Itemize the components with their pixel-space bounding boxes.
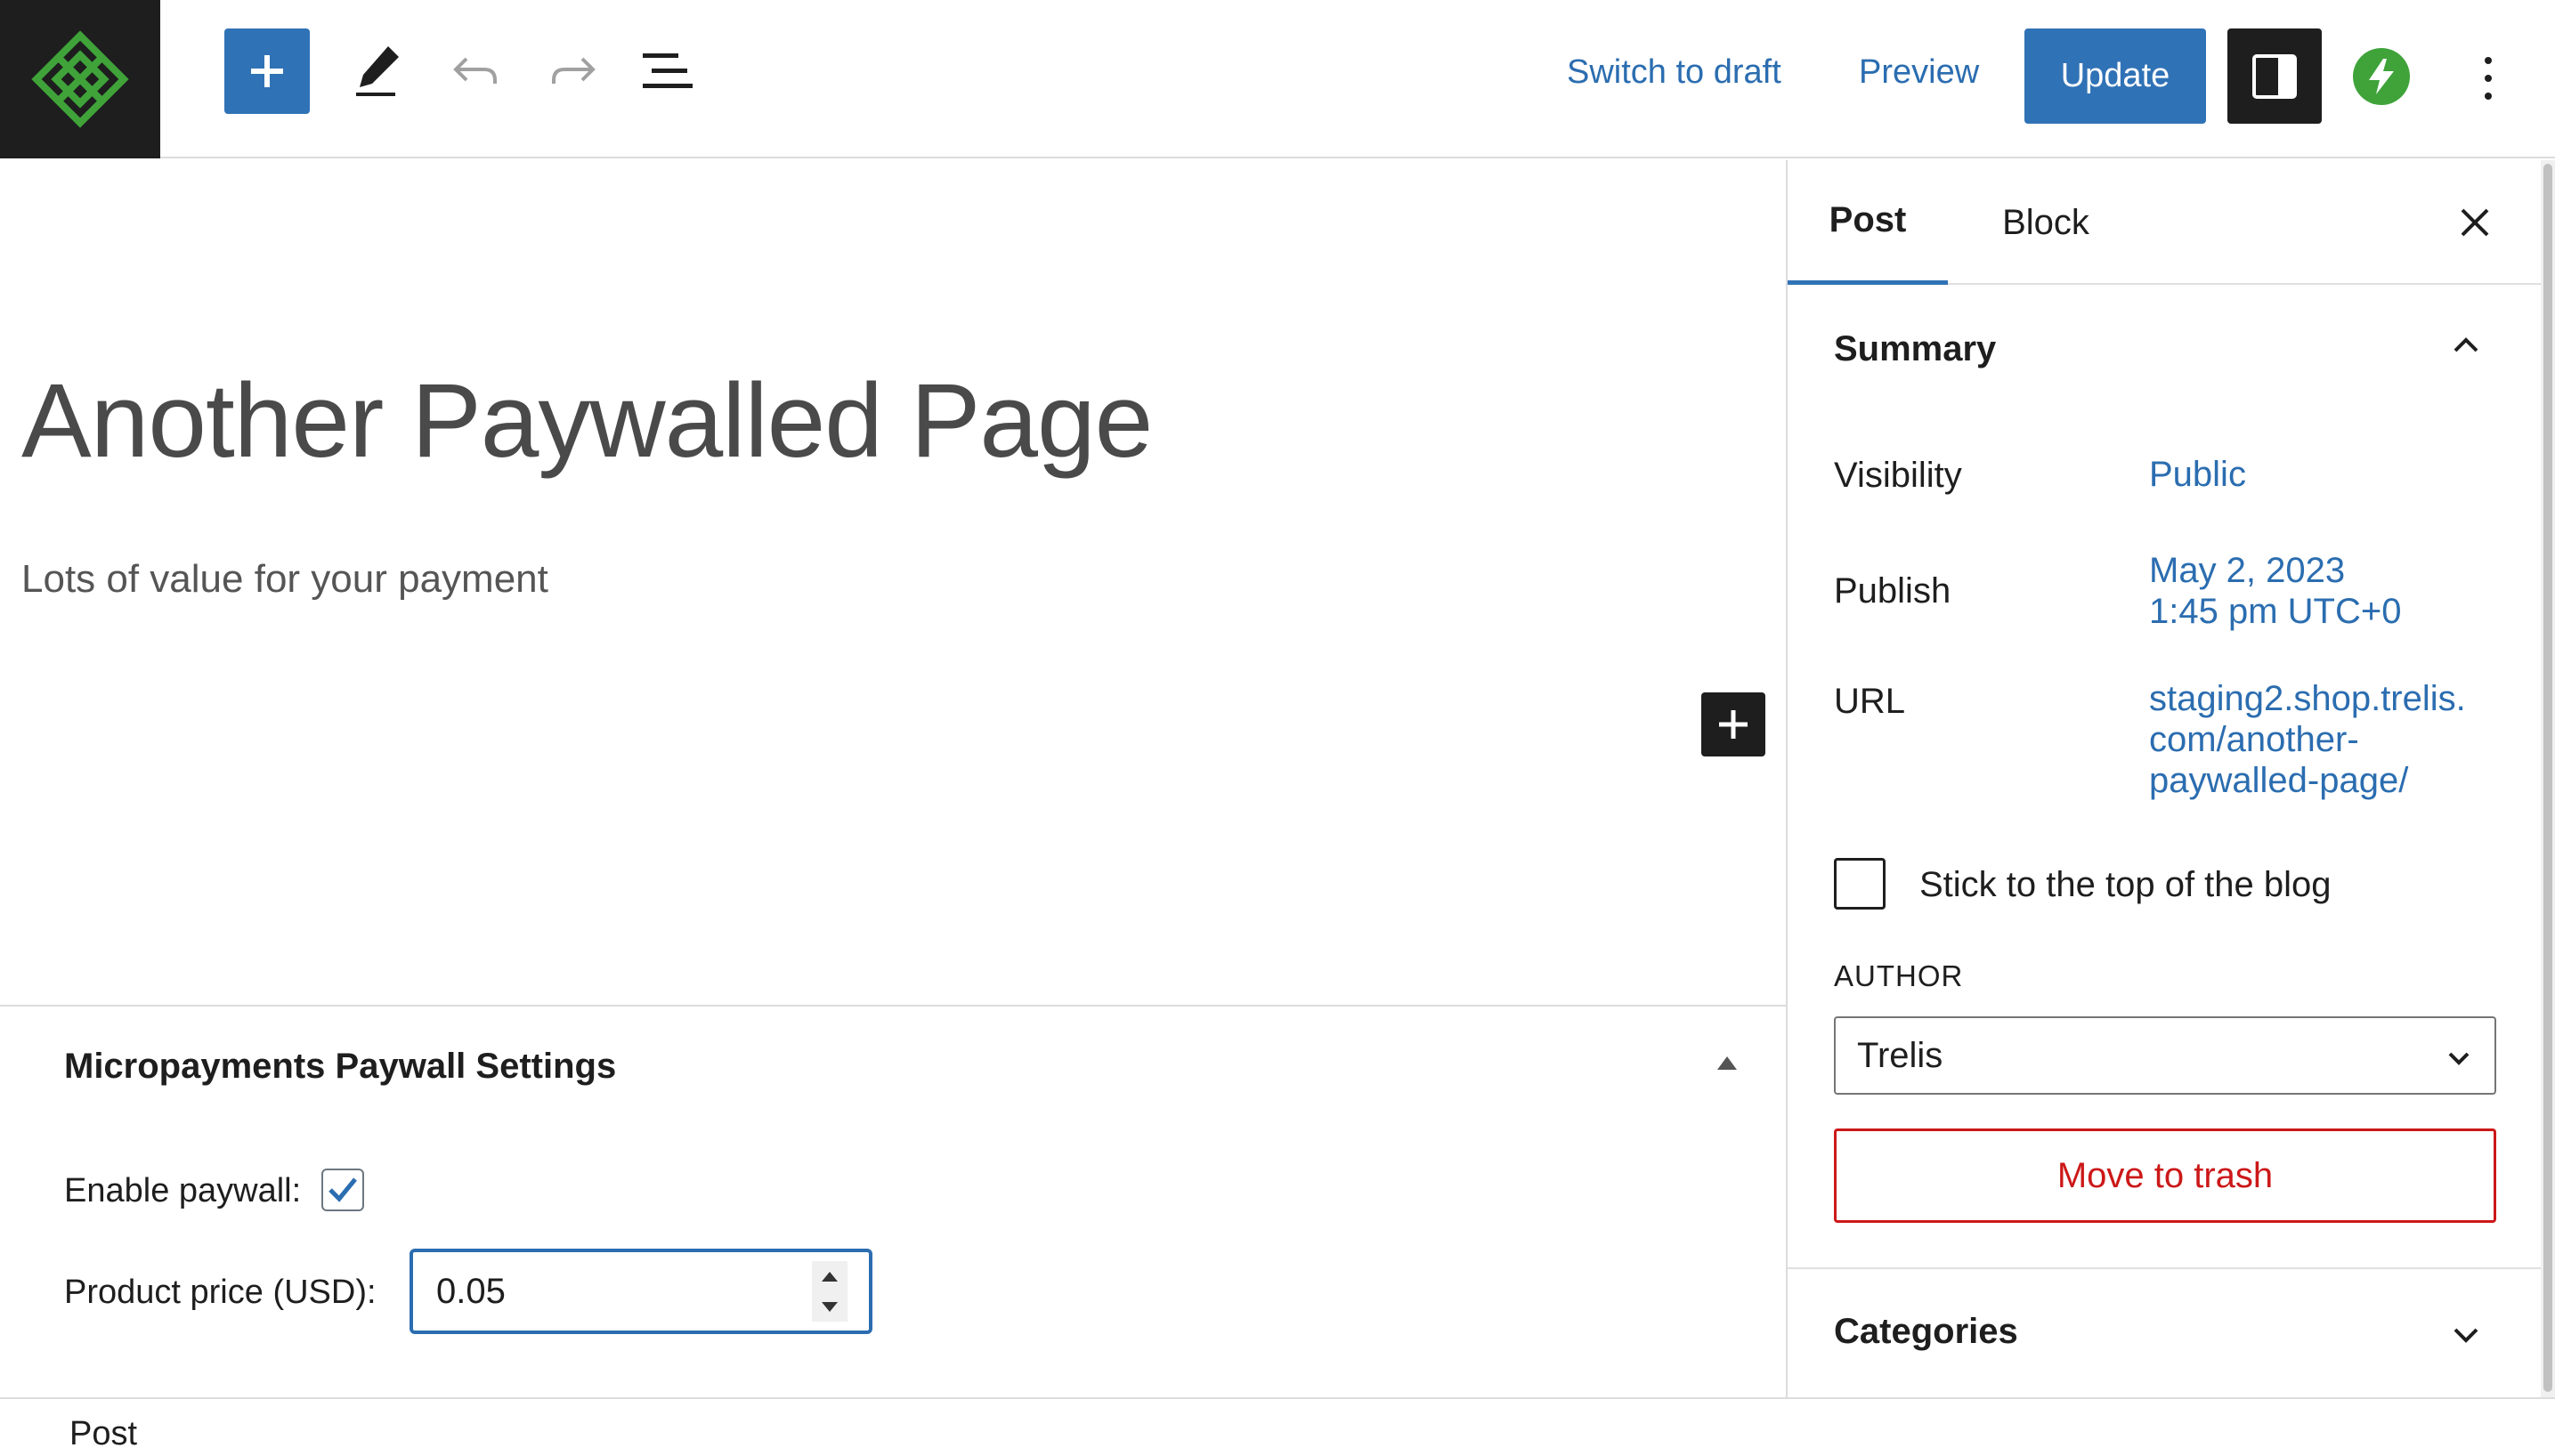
author-label: AUTHOR	[1834, 959, 1964, 992]
editor-footer: Post	[0, 1397, 2555, 1456]
product-price-label: Product price (USD):	[64, 1274, 377, 1311]
url-line: com/another-	[2149, 720, 2359, 759]
inline-add-block-button[interactable]	[1701, 692, 1765, 756]
tools-button[interactable]	[335, 28, 420, 114]
tab-post[interactable]: Post	[1788, 160, 1948, 285]
sidebar-toggle-icon	[2252, 53, 2297, 99]
checkmark-icon	[328, 1177, 357, 1202]
update-button[interactable]: Update	[2024, 28, 2206, 124]
settings-sidebar: Post Block Summary Visibility Public Pub…	[1786, 160, 2543, 1397]
paywall-settings-metabox: Micropayments Paywall Settings Enable pa…	[0, 1005, 1788, 1398]
author-selected-value: Trelis	[1857, 1035, 1943, 1075]
url-line: staging2.shop.trelis.	[2149, 679, 2466, 718]
url-label: URL	[1834, 682, 1906, 721]
publish-date: May 2, 2023	[2149, 551, 2346, 590]
site-logo[interactable]	[0, 0, 160, 158]
redo-icon	[552, 57, 596, 84]
site-logo-icon	[31, 30, 129, 128]
chevron-down-icon[interactable]	[2448, 1317, 2484, 1353]
settings-toggle-button[interactable]	[2227, 28, 2322, 124]
jetpack-button[interactable]	[2353, 48, 2410, 105]
pencil-icon	[356, 46, 399, 96]
panel-divider	[1788, 1267, 2543, 1269]
undo-icon	[453, 57, 497, 84]
summary-panel-title[interactable]: Summary	[1834, 329, 1996, 369]
switch-to-draft-button[interactable]: Switch to draft	[1567, 53, 1781, 92]
sidebar-scrollbar[interactable]	[2541, 160, 2555, 1397]
jetpack-bolt-icon	[2369, 59, 2394, 94]
tab-block[interactable]: Block	[1966, 160, 2126, 285]
plus-icon	[251, 55, 283, 87]
product-price-value: 0.05	[436, 1271, 506, 1311]
chevron-down-icon	[2448, 1052, 2470, 1065]
options-button[interactable]	[2466, 44, 2510, 112]
more-vertical-dot	[2485, 93, 2492, 100]
visibility-label: Visibility	[1834, 456, 1962, 495]
publish-date-button[interactable]: May 2, 2023 1:45 pm UTC+0	[2149, 550, 2401, 632]
close-settings-button[interactable]	[2446, 194, 2503, 251]
more-vertical-icon	[2485, 57, 2492, 64]
list-view-icon	[643, 53, 693, 88]
sticky-checkbox[interactable]	[1834, 858, 1886, 910]
visibility-value[interactable]: Public	[2149, 454, 2246, 495]
breadcrumb[interactable]: Post	[69, 1415, 137, 1453]
url-link[interactable]: staging2.shop.trelis. com/another- paywa…	[2149, 678, 2466, 801]
editor-header: Switch to draft Preview Update	[0, 0, 2555, 158]
categories-panel-title[interactable]: Categories	[1834, 1312, 2018, 1352]
enable-paywall-label: Enable paywall:	[64, 1172, 302, 1209]
scrollbar-thumb[interactable]	[2543, 164, 2552, 1392]
document-overview-button[interactable]	[625, 28, 710, 114]
sidebar-tabs: Post Block	[1788, 160, 2543, 285]
redo-button[interactable]	[531, 28, 616, 114]
move-to-trash-button[interactable]: Move to trash	[1834, 1128, 2496, 1223]
add-block-button[interactable]	[224, 28, 310, 114]
product-price-input[interactable]: 0.05	[410, 1249, 872, 1334]
url-line: paywalled-page/	[2149, 761, 2409, 800]
paragraph-block[interactable]: Lots of value for your payment	[21, 557, 548, 602]
plus-icon	[1719, 710, 1748, 739]
publish-label: Publish	[1834, 571, 1951, 611]
author-select[interactable]: Trelis	[1834, 1016, 2496, 1095]
more-vertical-dot	[2485, 75, 2492, 82]
post-title[interactable]: Another Paywalled Page	[21, 360, 1153, 481]
enable-paywall-checkbox[interactable]	[321, 1169, 364, 1211]
publish-time: 1:45 pm UTC+0	[2149, 592, 2402, 631]
undo-button[interactable]	[433, 28, 518, 114]
close-icon	[2461, 208, 2489, 237]
price-stepper[interactable]	[812, 1261, 848, 1322]
preview-button[interactable]: Preview	[1859, 53, 1979, 92]
chevron-up-icon[interactable]	[2448, 328, 2484, 363]
step-down-icon[interactable]	[822, 1301, 838, 1312]
metabox-collapse-toggle[interactable]	[1717, 1056, 1737, 1070]
step-up-icon[interactable]	[822, 1271, 838, 1282]
metabox-title: Micropayments Paywall Settings	[64, 1047, 617, 1086]
sticky-label[interactable]: Stick to the top of the blog	[1919, 865, 2332, 905]
